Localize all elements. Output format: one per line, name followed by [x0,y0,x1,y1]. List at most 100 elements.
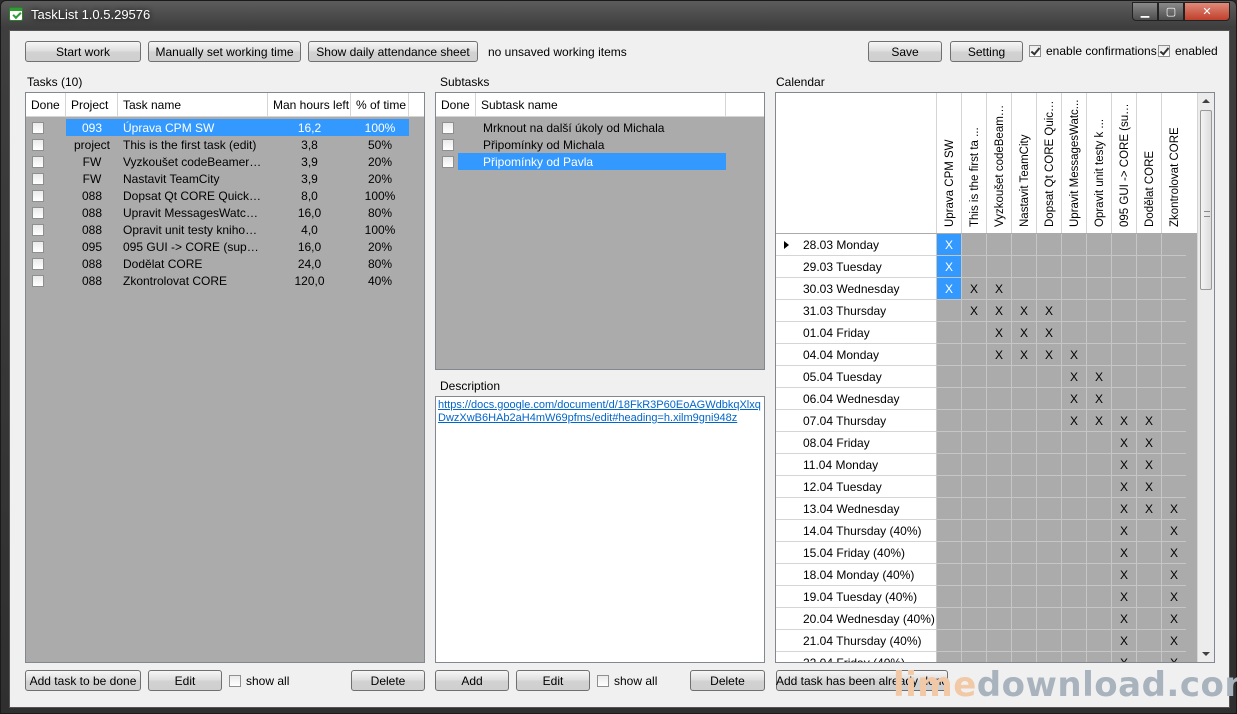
calendar-cell[interactable] [1086,278,1111,300]
task-row[interactable]: FW Nastavit TeamCity 3,9 20% [26,170,424,187]
calendar-cell-marked[interactable]: X [936,256,961,278]
calendar-cell[interactable] [986,476,1011,498]
calendar-cell[interactable] [1061,432,1086,454]
calendar-cell-marked[interactable]: X [1086,410,1111,432]
calendar-cell[interactable] [1036,564,1061,586]
calendar-col-header[interactable]: Upravit MessagesWatc... [1061,93,1086,233]
calendar-cell-marked[interactable]: X [1161,630,1186,652]
calendar-cell[interactable] [1036,234,1061,256]
calendar-cell[interactable] [1011,388,1036,410]
calendar-cell-marked[interactable]: X [1036,322,1061,344]
calendar-cell[interactable] [986,234,1011,256]
calendar-cell[interactable] [1086,608,1111,630]
enable-confirmations-checkbox[interactable]: enable confirmations [1029,44,1157,58]
calendar-cell[interactable] [961,630,986,652]
calendar-cell[interactable] [1086,476,1111,498]
calendar-row[interactable]: 18.04 Monday (40%) X X [776,564,1186,586]
show-attendance-sheet-button[interactable]: Show daily attendance sheet [308,41,478,62]
calendar-row[interactable]: 08.04 Friday X X [776,432,1186,454]
calendar-col-header[interactable]: 095 GUI -> CORE (sup... [1111,93,1136,233]
tasks-col-man-hours-left[interactable]: Man hours left [268,93,351,116]
calendar-cell[interactable] [1111,278,1136,300]
calendar-cell[interactable] [936,322,961,344]
calendar-cell-marked[interactable]: X [1111,520,1136,542]
calendar-cell[interactable] [1161,476,1186,498]
edit-subtask-button[interactable]: Edit [516,670,590,691]
calendar-cell[interactable] [1011,410,1036,432]
subtask-row[interactable]: Připomínky od Pavla [436,153,726,170]
enable-confirmations-check-box[interactable] [1029,45,1041,57]
subtask-row[interactable]: Připomínky od Michala [436,136,726,153]
calendar-cell[interactable] [1061,564,1086,586]
calendar-cell[interactable] [961,410,986,432]
calendar-cell[interactable] [936,454,961,476]
calendar-cell-marked[interactable]: X [1011,344,1036,366]
calendar-cell[interactable] [1061,234,1086,256]
task-done-checkbox[interactable] [32,258,44,271]
delete-task-button[interactable]: Delete [351,670,425,691]
calendar-cell-marked[interactable]: X [1111,564,1136,586]
task-done-checkbox[interactable] [32,207,44,220]
calendar-col-header[interactable]: Úprava CPM SW [936,93,961,233]
calendar-cell[interactable] [936,652,961,662]
calendar-cell[interactable] [1036,432,1061,454]
calendar-cell-marked[interactable]: X [1036,344,1061,366]
calendar-cell[interactable] [986,432,1011,454]
edit-task-button[interactable]: Edit [148,670,222,691]
calendar-cell-marked[interactable]: X [1061,388,1086,410]
calendar-cell[interactable] [1111,300,1136,322]
maximize-button[interactable]: ▢ [1158,2,1184,21]
calendar-cell[interactable] [1011,586,1036,608]
task-row[interactable]: FW Vyzkoušet codeBeamer a ... 3,9 20% [26,153,424,170]
calendar-cell[interactable] [1036,388,1061,410]
calendar-col-header[interactable]: Dodělat CORE [1136,93,1161,233]
calendar-cell[interactable] [961,432,986,454]
calendar-cell[interactable] [986,454,1011,476]
start-work-button[interactable]: Start work [25,41,141,62]
delete-subtask-button[interactable]: Delete [690,670,765,691]
task-done-checkbox[interactable] [32,190,44,203]
calendar-cell[interactable] [1036,586,1061,608]
calendar-cell-marked[interactable]: X [1061,410,1086,432]
calendar-row[interactable]: 04.04 Monday X X X X [776,344,1186,366]
calendar-cell-marked[interactable]: X [1161,520,1186,542]
calendar-cell-marked[interactable]: X [1111,630,1136,652]
calendar-cell-marked[interactable]: X [1111,608,1136,630]
calendar-cell[interactable] [1061,454,1086,476]
calendar-cell[interactable] [1136,520,1161,542]
calendar-cell[interactable] [986,366,1011,388]
calendar-cell[interactable] [1086,564,1111,586]
subtasks-col-done[interactable]: Done [436,93,476,116]
calendar-cell-marked[interactable]: X [1136,476,1161,498]
task-done-checkbox[interactable] [32,139,44,152]
calendar-cell[interactable] [1136,234,1161,256]
task-done-checkbox[interactable] [32,275,44,288]
calendar-cell[interactable] [1061,476,1086,498]
calendar-cell[interactable] [936,564,961,586]
calendar-cell-marked[interactable]: X [1136,432,1161,454]
task-row[interactable]: 088 Dodělat CORE 24,0 80% [26,255,424,272]
description-box[interactable]: https://docs.google.com/document/d/18FkR… [435,396,765,663]
calendar-cell[interactable] [1061,608,1086,630]
calendar-row[interactable]: 29.03 Tuesday X [776,256,1186,278]
calendar-cell[interactable] [936,476,961,498]
calendar-cell[interactable] [1011,652,1036,662]
calendar-cell-marked[interactable]: X [1061,344,1086,366]
task-row[interactable]: 095 095 GUI -> CORE (support) 16,0 20% [26,238,424,255]
calendar-cell[interactable] [1086,652,1111,662]
calendar-cell-marked[interactable]: X [1086,366,1111,388]
calendar-cell[interactable] [1136,300,1161,322]
calendar-row[interactable]: 21.04 Thursday (40%) X X [776,630,1186,652]
tasks-col-percent-time[interactable]: % of time [351,93,409,116]
calendar-cell[interactable] [1111,366,1136,388]
calendar-cell-marked[interactable]: X [1161,586,1186,608]
calendar-row[interactable]: 15.04 Friday (40%) X X [776,542,1186,564]
calendar-cell[interactable] [1086,520,1111,542]
calendar-cell[interactable] [986,564,1011,586]
calendar-row[interactable]: 14.04 Thursday (40%) X X [776,520,1186,542]
calendar-cell-marked[interactable]: X [986,278,1011,300]
calendar-cell[interactable] [961,344,986,366]
calendar-cell-marked[interactable]: X [1086,388,1111,410]
calendar-cell[interactable] [1036,520,1061,542]
manually-set-working-time-button[interactable]: Manually set working time [148,41,301,62]
